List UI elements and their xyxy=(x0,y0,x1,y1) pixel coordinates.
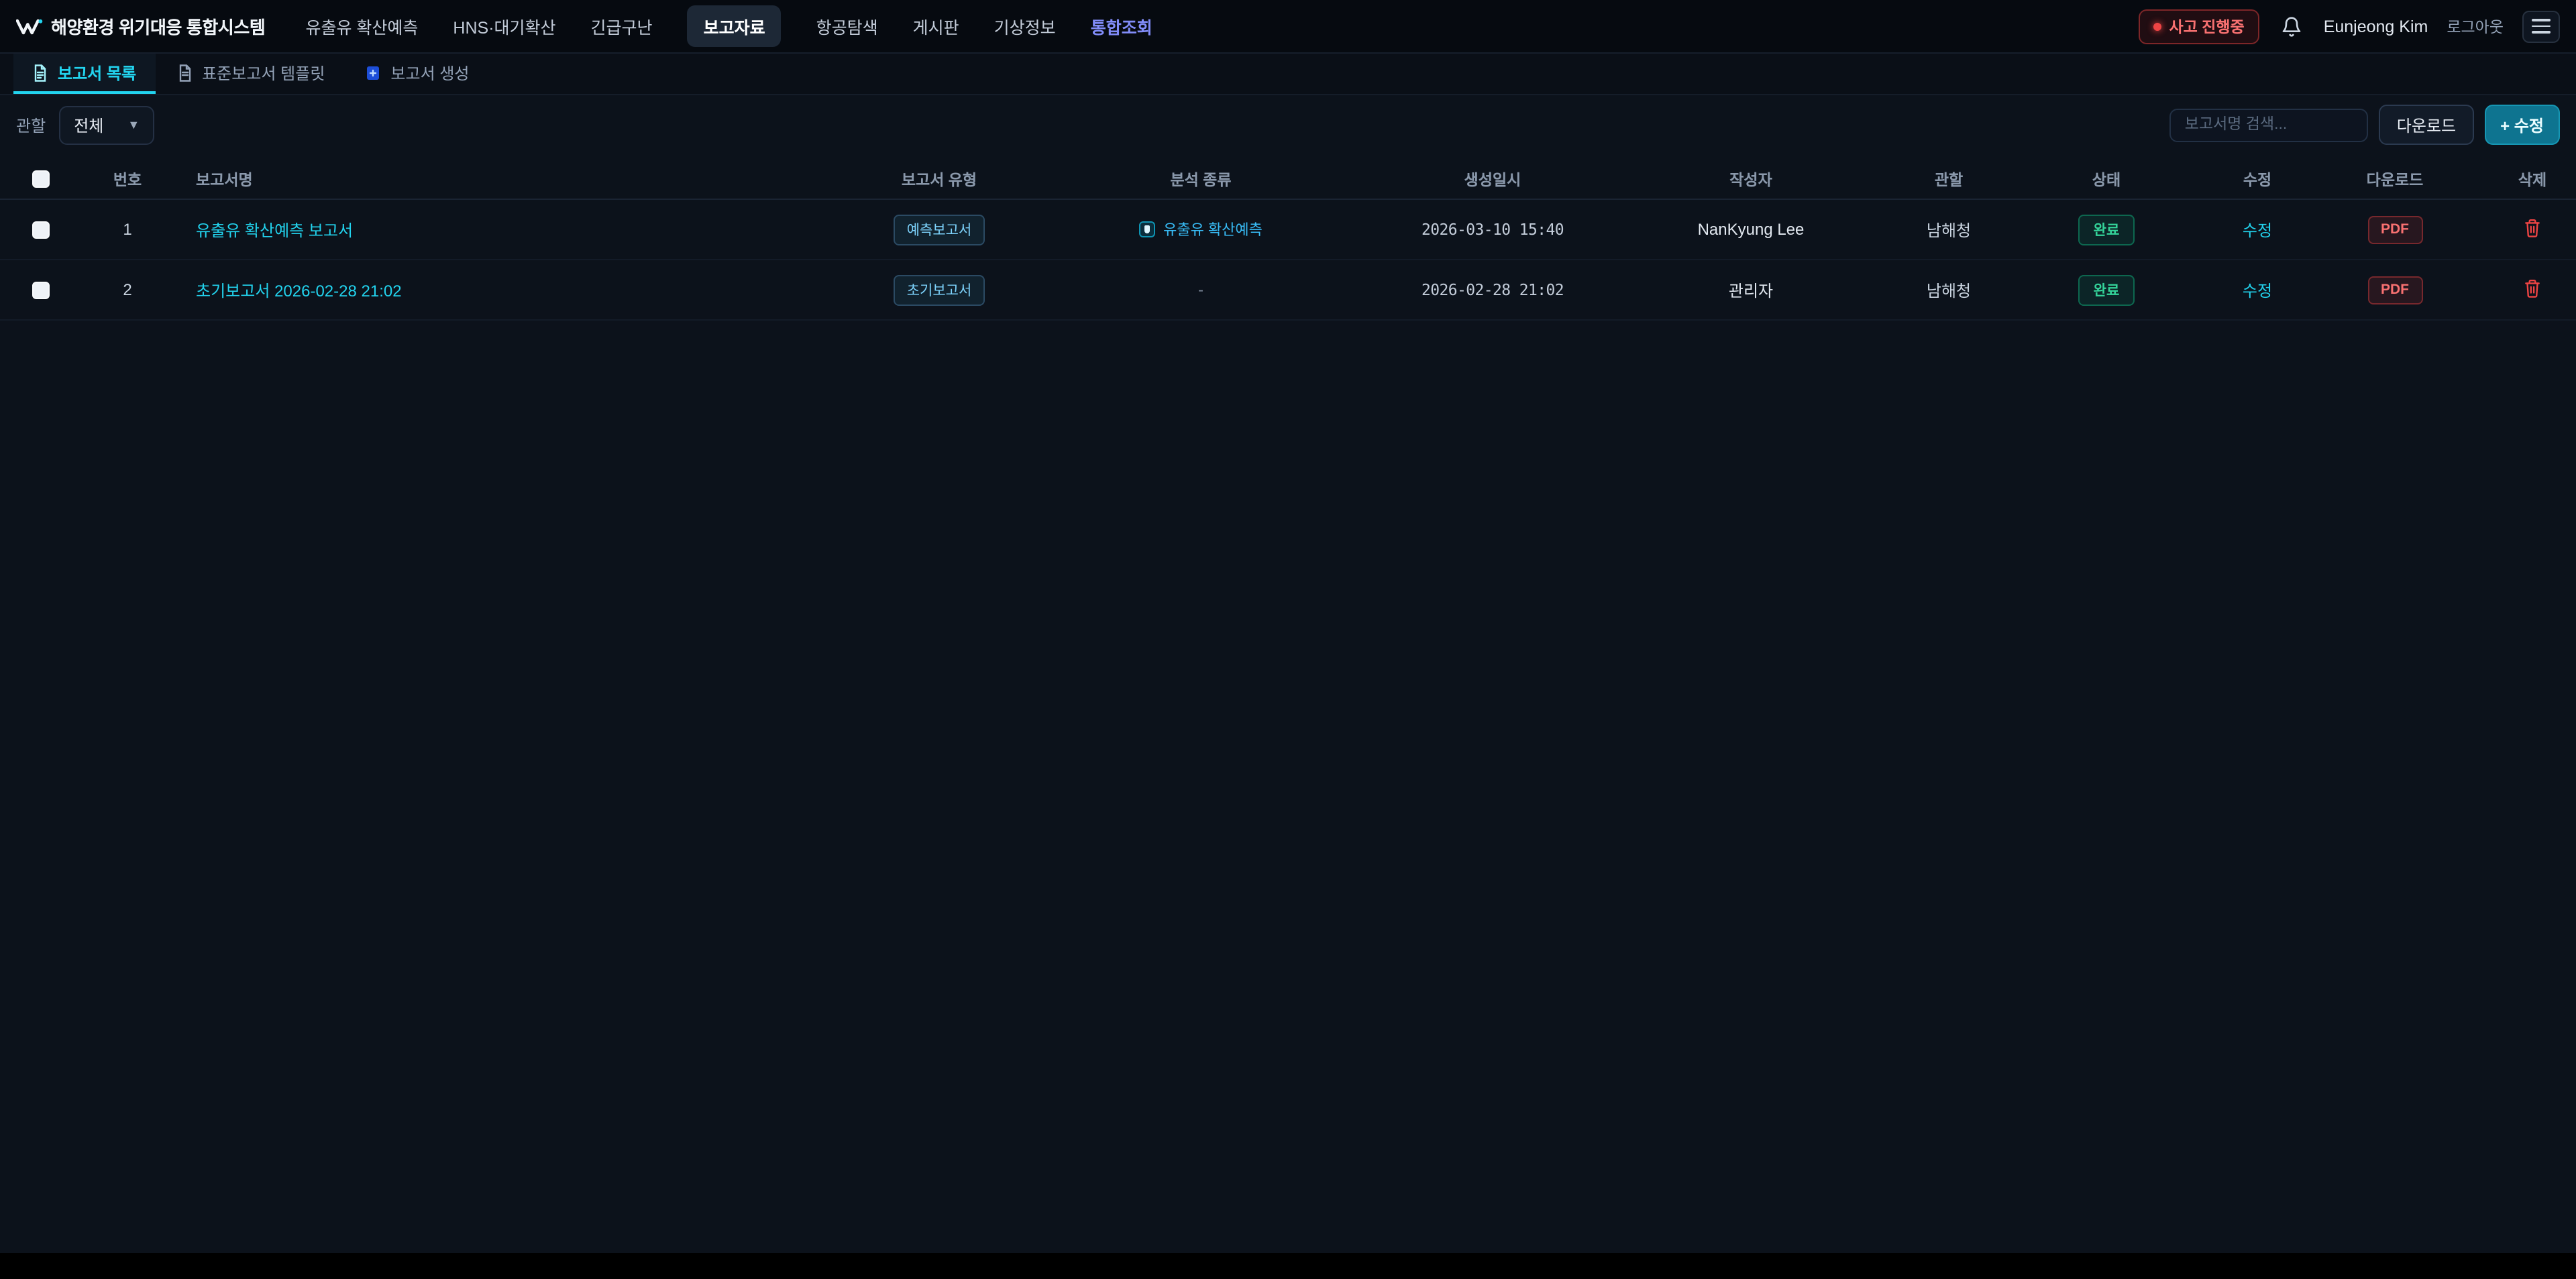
col-header-type: 보고서 유형 xyxy=(859,168,1020,190)
nav-item-board[interactable]: 게시판 xyxy=(913,5,959,47)
logout-link[interactable]: 로그아웃 xyxy=(2447,15,2504,37)
col-header-no: 번호 xyxy=(80,168,174,190)
download-button[interactable]: 다운로드 xyxy=(2379,105,2473,145)
incident-dot-icon xyxy=(2153,22,2161,30)
wing-logo-icon xyxy=(16,15,43,37)
analysis-type-link[interactable]: 유출유 확산예측 xyxy=(1139,219,1263,240)
report-table: 번호 보고서명 보고서 유형 분석 종류 생성일시 작성자 관할 상태 수정 다… xyxy=(0,154,2576,1253)
pdf-download-button[interactable]: PDF xyxy=(2367,215,2422,243)
nav-item-oil-spill[interactable]: 유출유 확산예측 xyxy=(305,5,418,47)
jurisdiction-value: 남해청 xyxy=(1898,218,1999,241)
row-checkbox[interactable] xyxy=(32,281,49,298)
tab-create-report-label: 보고서 생성 xyxy=(390,61,469,84)
notification-bell-icon[interactable] xyxy=(2278,13,2305,40)
delete-trash-icon[interactable] xyxy=(2524,218,2541,237)
author-name: NanKyung Lee xyxy=(1603,220,1898,239)
status-badge: 완료 xyxy=(2079,214,2135,245)
tab-report-list[interactable]: 보고서 목록 xyxy=(13,54,155,94)
nav-item-weather[interactable]: 기상정보 xyxy=(994,5,1056,47)
nav-item-hns[interactable]: HNS·대기확산 xyxy=(453,5,555,47)
status-badge: 완료 xyxy=(2079,274,2135,305)
analysis-type-empty: - xyxy=(1198,280,1203,299)
col-header-jurisdiction: 관할 xyxy=(1898,168,1999,190)
main-nav: 유출유 확산예측 HNS·대기확산 긴급구난 보고자료 항공탐색 게시판 기상정… xyxy=(305,5,1152,47)
edit-link[interactable]: 수정 xyxy=(2243,281,2272,300)
nav-item-aerial-search[interactable]: 항공탐색 xyxy=(816,5,878,47)
chevron-down-icon: ▼ xyxy=(127,119,140,131)
app-window: 해양환경 위기대응 통합시스템 유출유 확산예측 HNS·대기확산 긴급구난 보… xyxy=(0,0,2576,1279)
nav-item-rescue[interactable]: 긴급구난 xyxy=(591,5,653,47)
report-name-link[interactable]: 초기보고서 2026-02-28 21:02 xyxy=(196,281,402,300)
report-name-link[interactable]: 유출유 확산예측 보고서 xyxy=(196,221,353,239)
incident-badge-label: 사고 진행중 xyxy=(2169,15,2244,37)
tab-report-list-label: 보고서 목록 xyxy=(58,61,136,84)
hamburger-menu-icon[interactable] xyxy=(2522,10,2560,42)
filter-bar: 관할 전체 ▼ 다운로드 + 수정 xyxy=(0,95,2576,154)
nav-item-reports[interactable]: 보고자료 xyxy=(688,5,782,47)
report-search-input[interactable] xyxy=(2170,108,2369,142)
brand-logo[interactable]: 해양환경 위기대응 통합시스템 xyxy=(16,13,265,39)
tab-standard-template-label: 표준보고서 템플릿 xyxy=(202,61,325,84)
user-name: Eunjeong Kim xyxy=(2324,17,2428,36)
incident-status-badge: 사고 진행중 xyxy=(2138,9,2259,44)
pdf-download-button[interactable]: PDF xyxy=(2367,276,2422,304)
document-template-icon xyxy=(176,64,193,81)
bottom-strip xyxy=(0,1253,2576,1279)
created-datetime: 2026-03-10 15:40 xyxy=(1382,220,1603,239)
jurisdiction-filter-label: 관할 xyxy=(16,113,46,136)
top-navbar: 해양환경 위기대응 통합시스템 유출유 확산예측 HNS·대기확산 긴급구난 보… xyxy=(0,0,2576,54)
row-number: 1 xyxy=(80,220,174,239)
nav-item-integrated-inquiry[interactable]: 통합조회 xyxy=(1091,5,1152,47)
analysis-type-label: 유출유 확산예측 xyxy=(1163,219,1263,240)
jurisdiction-select-value: 전체 xyxy=(74,113,103,136)
report-tabs: 보고서 목록 표준보고서 템플릿 보고서 생성 xyxy=(0,54,2576,95)
filter-actions: 다운로드 + 수정 xyxy=(2170,105,2560,145)
delete-trash-icon[interactable] xyxy=(2524,278,2541,297)
col-header-status: 상태 xyxy=(1999,168,2214,190)
table-row: 1 유출유 확산예측 보고서 예측보고서 유출유 확산예측 2026-03-10… xyxy=(0,200,2576,260)
navbar-right: 사고 진행중 Eunjeong Kim 로그아웃 xyxy=(2138,9,2560,44)
tab-standard-template[interactable]: 표준보고서 템플릿 xyxy=(158,54,343,94)
oil-droplet-icon xyxy=(1139,221,1155,237)
row-checkbox[interactable] xyxy=(32,221,49,238)
edit-link[interactable]: 수정 xyxy=(2243,221,2272,239)
col-header-created: 생성일시 xyxy=(1382,168,1603,190)
col-header-analysis: 분석 종류 xyxy=(1020,168,1382,190)
tab-create-report[interactable]: 보고서 생성 xyxy=(346,54,488,94)
created-datetime: 2026-02-28 21:02 xyxy=(1382,280,1603,299)
create-button[interactable]: + 수정 xyxy=(2484,105,2560,145)
jurisdiction-select[interactable]: 전체 ▼ xyxy=(59,105,154,144)
col-header-author: 작성자 xyxy=(1603,168,1898,190)
empty-content-area xyxy=(0,321,2576,1253)
jurisdiction-value: 남해청 xyxy=(1898,278,1999,301)
col-header-edit: 수정 xyxy=(2214,168,2301,190)
col-header-download: 다운로드 xyxy=(2301,168,2489,190)
document-create-icon xyxy=(365,64,381,81)
report-type-badge: 초기보고서 xyxy=(894,274,985,305)
table-row: 2 초기보고서 2026-02-28 21:02 초기보고서 - 2026-02… xyxy=(0,260,2576,321)
report-type-badge: 예측보고서 xyxy=(894,214,985,245)
row-number: 2 xyxy=(80,280,174,299)
system-title: 해양환경 위기대응 통합시스템 xyxy=(51,13,265,39)
col-header-delete: 삭제 xyxy=(2489,168,2576,190)
col-header-name: 보고서명 xyxy=(174,168,859,190)
author-name: 관리자 xyxy=(1603,278,1898,301)
select-all-checkbox[interactable] xyxy=(32,170,49,188)
table-header-row: 번호 보고서명 보고서 유형 분석 종류 생성일시 작성자 관할 상태 수정 다… xyxy=(0,160,2576,200)
document-list-icon xyxy=(32,64,48,81)
